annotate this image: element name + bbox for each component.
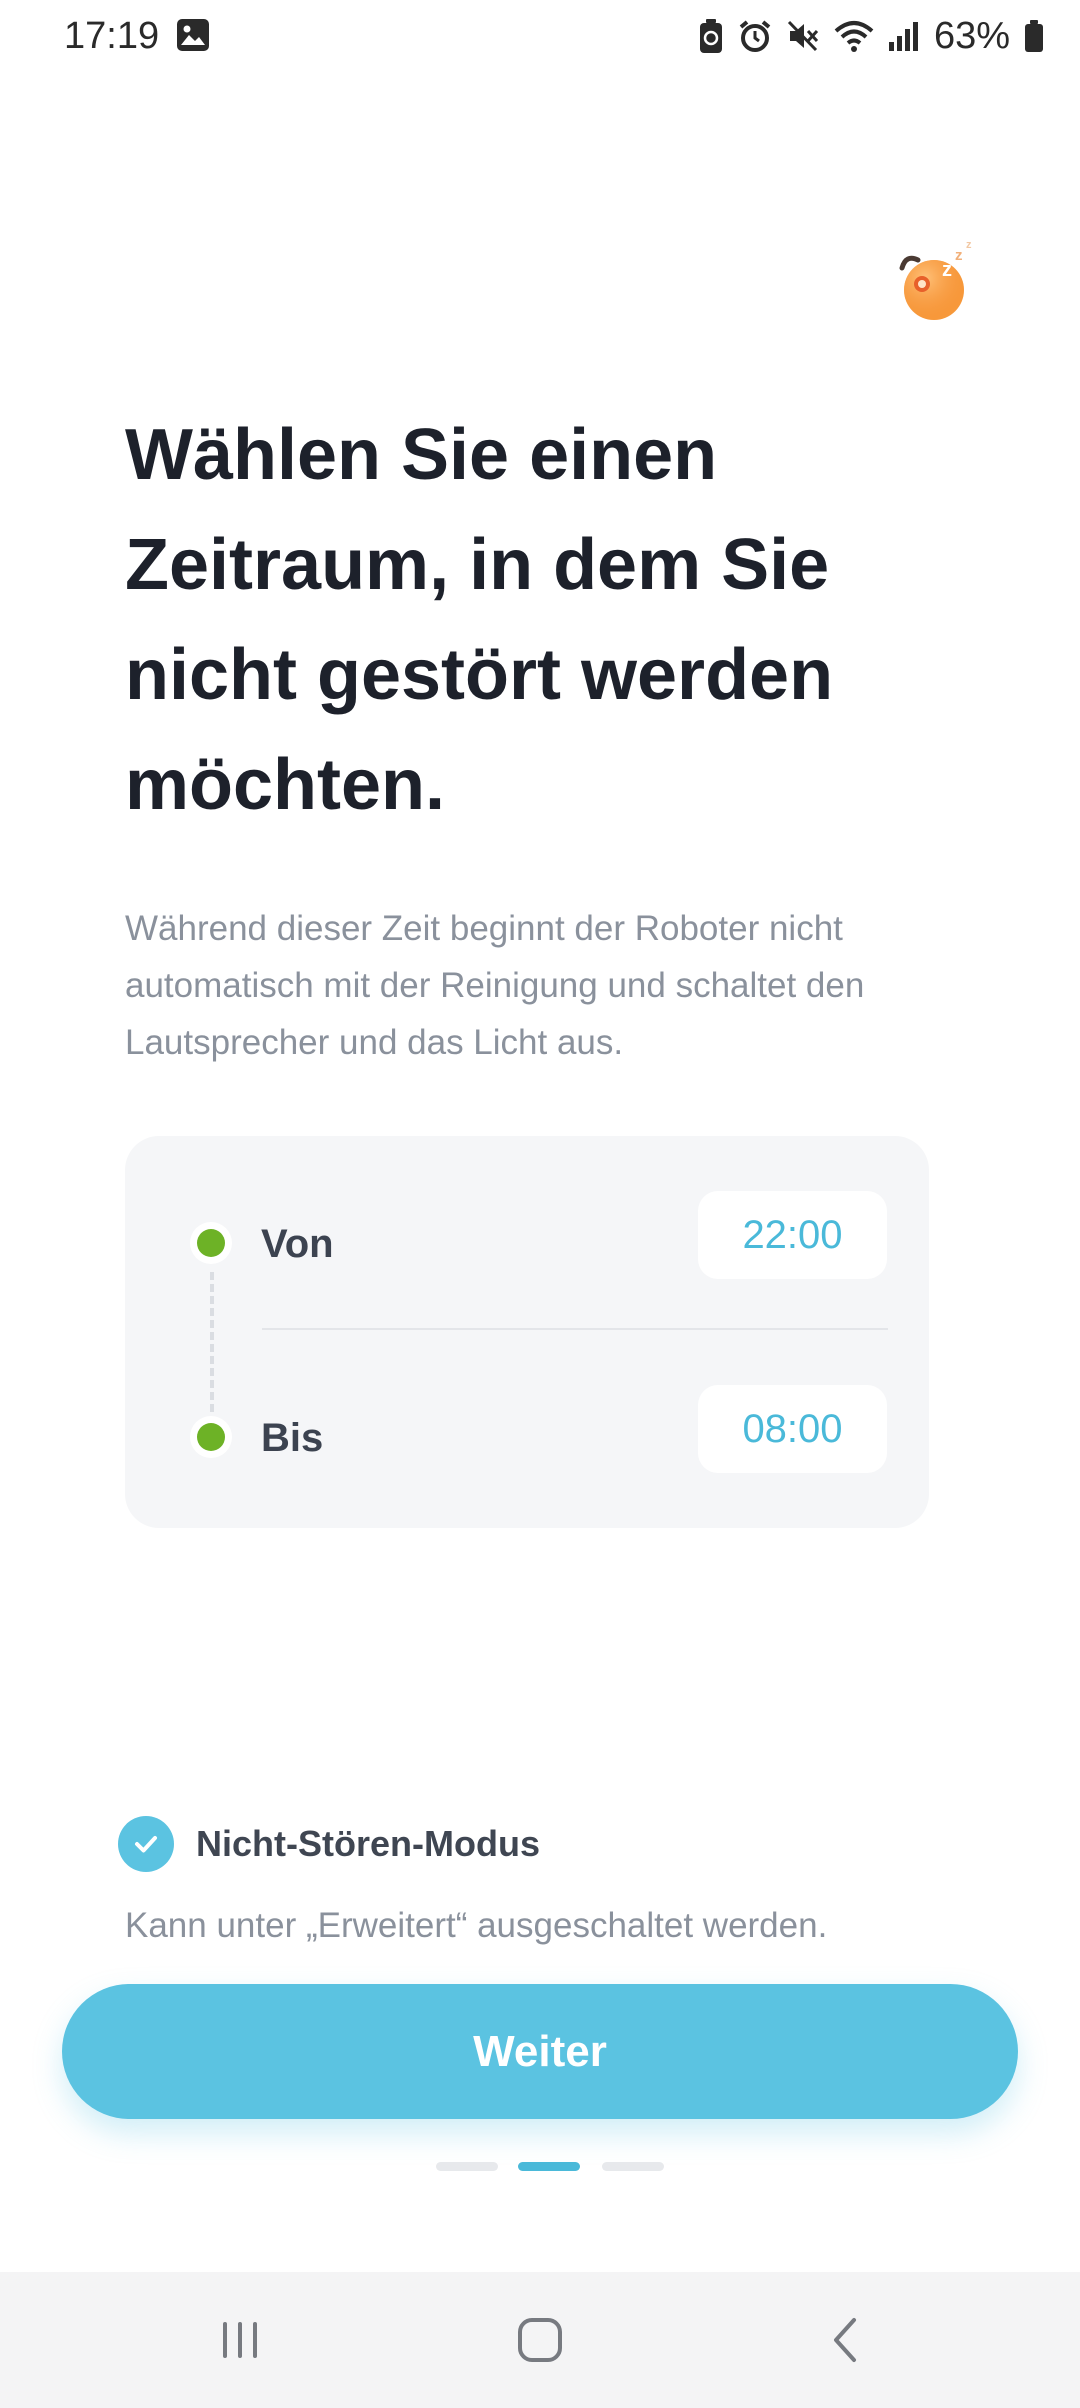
timeline-connector — [210, 1272, 214, 1412]
image-icon — [176, 18, 210, 52]
sleeping-robot-icon: z z z — [892, 236, 982, 326]
battery-saver-icon — [698, 18, 724, 54]
back-icon[interactable] — [806, 2300, 886, 2380]
mute-icon — [786, 19, 820, 53]
time-range-card: Von 22:00 Bis 08:00 — [125, 1136, 929, 1528]
signal-icon — [888, 20, 920, 52]
svg-text:z: z — [966, 239, 972, 251]
page-dot-3 — [602, 2162, 664, 2171]
navigation-bar — [0, 2272, 1080, 2408]
page-dot-1 — [436, 2162, 498, 2171]
to-time-picker[interactable]: 08:00 — [698, 1385, 887, 1473]
start-dot-icon — [197, 1229, 225, 1257]
end-dot-icon — [197, 1423, 225, 1451]
recent-apps-icon[interactable] — [200, 2300, 280, 2380]
dnd-checkbox-row[interactable]: Nicht-Stören-Modus — [118, 1815, 540, 1873]
checkmark-icon — [135, 1836, 157, 1853]
dnd-checkbox[interactable] — [118, 1816, 174, 1872]
divider — [262, 1328, 888, 1330]
battery-icon — [1024, 19, 1044, 53]
dnd-label: Nicht-Stören-Modus — [196, 1823, 540, 1864]
page-title: Wählen Sie einen Zeitraum, in dem Sie ni… — [125, 415, 834, 825]
dnd-hint: Kann unter „Erweitert“ ausgeschaltet wer… — [125, 1906, 828, 1945]
svg-text:z: z — [942, 259, 952, 281]
svg-text:z: z — [955, 247, 963, 264]
to-label: Bis — [261, 1416, 324, 1460]
next-button[interactable]: Weiter — [62, 1984, 1018, 2119]
battery-percent: 63% — [933, 15, 1010, 57]
status-time: 17:19 — [64, 15, 160, 57]
page-description: Während dieser Zeit beginnt der Roboter … — [125, 909, 865, 1062]
page-indicator — [436, 2162, 666, 2172]
from-time-picker[interactable]: 22:00 — [698, 1191, 887, 1279]
from-label: Von — [261, 1222, 334, 1266]
status-icons: 63% — [698, 12, 1044, 60]
alarm-icon — [738, 19, 772, 53]
home-icon[interactable] — [500, 2300, 580, 2380]
wifi-icon — [834, 19, 874, 53]
page-dot-2-active — [518, 2162, 580, 2171]
status-bar: 17:19 63% — [0, 0, 1080, 72]
